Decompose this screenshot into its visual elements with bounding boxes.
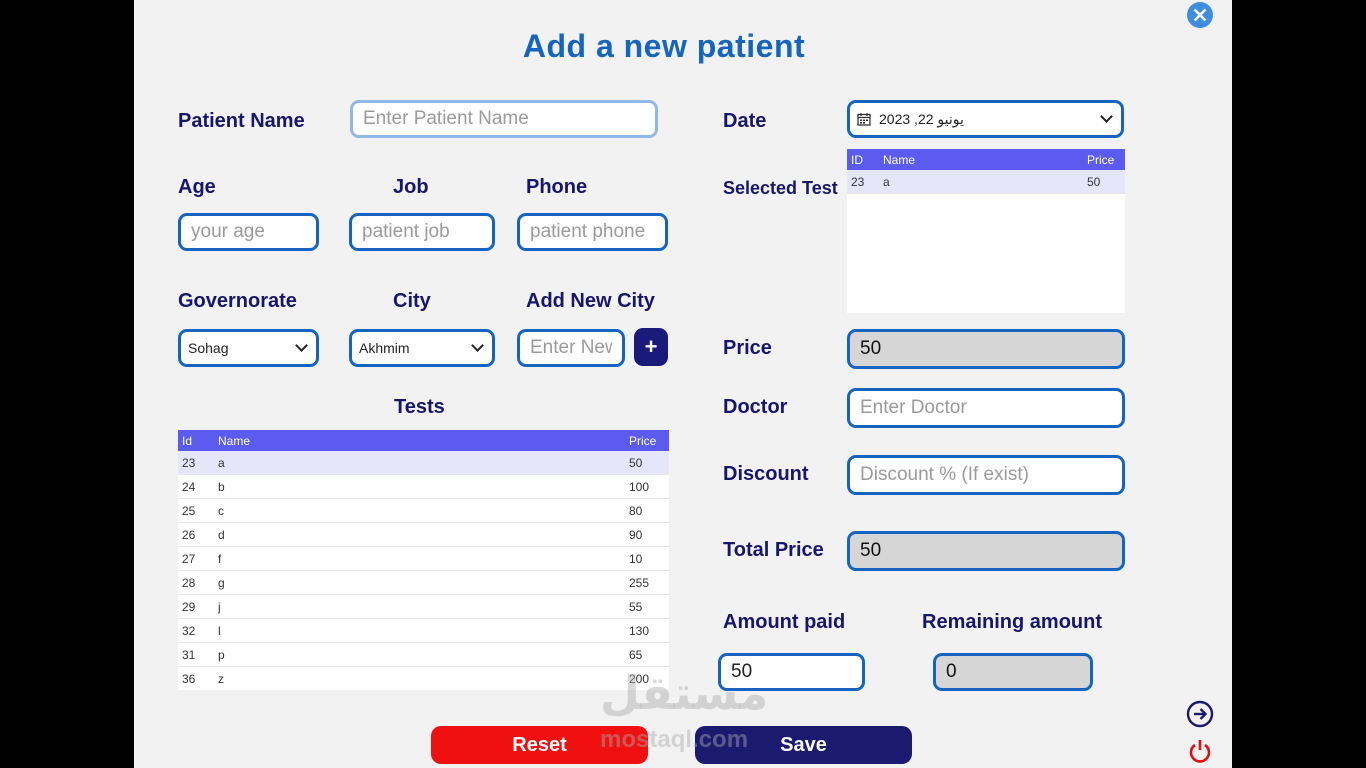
watermark-logo: مستقل bbox=[600, 667, 769, 719]
governorate-label: Governorate bbox=[178, 290, 297, 312]
tests-cell-price: 255 bbox=[625, 570, 669, 595]
chevron-down-icon bbox=[295, 339, 308, 352]
tests-cell-id: 23 bbox=[178, 451, 214, 475]
watermark-url: mostaql.com bbox=[600, 726, 749, 753]
tests-cell-id: 25 bbox=[178, 498, 214, 523]
tests-cell-name: b bbox=[214, 474, 625, 499]
tests-cell-price: 90 bbox=[625, 522, 669, 547]
tests-cell-name: z bbox=[214, 666, 625, 690]
selected-cell-price: 50 bbox=[1083, 170, 1125, 194]
city-label: City bbox=[393, 290, 431, 312]
tests-row[interactable]: 23 a 50 bbox=[178, 451, 669, 475]
tests-cell-price: 100 bbox=[625, 474, 669, 499]
selected-tests-grid[interactable]: ID Name Price 23 a 50 bbox=[847, 149, 1125, 313]
close-icon[interactable] bbox=[1186, 1, 1214, 29]
tests-row[interactable]: 29 j 55 bbox=[178, 594, 669, 619]
tests-cell-name: j bbox=[214, 594, 625, 619]
phone-label: Phone bbox=[526, 176, 588, 198]
age-label: Age bbox=[178, 176, 216, 198]
governorate-selected-value: Sohag bbox=[188, 340, 229, 356]
tests-cell-id: 31 bbox=[178, 642, 214, 667]
tests-cell-price: 50 bbox=[625, 451, 669, 475]
total-price-label: Total Price bbox=[723, 539, 824, 561]
selected-cell-id: 23 bbox=[847, 170, 879, 194]
tests-cell-name: p bbox=[214, 642, 625, 667]
chevron-down-icon bbox=[471, 339, 484, 352]
tests-cell-price: 130 bbox=[625, 618, 669, 643]
chevron-down-icon bbox=[1100, 110, 1113, 123]
tests-cell-name: f bbox=[214, 546, 625, 571]
date-label: Date bbox=[723, 110, 767, 132]
tests-grid[interactable]: Id Name Price 23 a 50 24 b 100 25 c 80 26 d 90 27 f 10… bbox=[178, 430, 669, 690]
selected-cell-name: a bbox=[879, 170, 1083, 194]
job-label: Job bbox=[393, 176, 429, 198]
total-price-field bbox=[847, 531, 1125, 571]
selected-test-label: Selected Test bbox=[723, 178, 838, 198]
tests-row[interactable]: 32 l 130 bbox=[178, 618, 669, 643]
tests-cell-id: 27 bbox=[178, 546, 214, 571]
tests-cell-id: 24 bbox=[178, 474, 214, 499]
selected-header-name[interactable]: Name bbox=[879, 149, 1083, 170]
discount-input[interactable] bbox=[847, 455, 1125, 495]
tests-row[interactable]: 28 g 255 bbox=[178, 570, 669, 595]
selected-header-id[interactable]: ID bbox=[847, 149, 879, 170]
remaining-amount-field bbox=[933, 653, 1093, 691]
tests-cell-name: c bbox=[214, 498, 625, 523]
tests-cell-name: g bbox=[214, 570, 625, 595]
tests-row[interactable]: 24 b 100 bbox=[178, 474, 669, 499]
doctor-input[interactable] bbox=[847, 388, 1125, 428]
calendar-icon bbox=[857, 113, 871, 126]
date-picker[interactable]: يونيو 22, 2023 bbox=[847, 100, 1124, 138]
price-field bbox=[847, 329, 1125, 369]
tests-cell-id: 28 bbox=[178, 570, 214, 595]
page-title: Add a new patient bbox=[522, 28, 806, 64]
age-input[interactable] bbox=[178, 213, 319, 251]
tests-label: Tests bbox=[394, 396, 445, 418]
tests-header-price[interactable]: Price bbox=[625, 430, 669, 451]
tests-cell-name: d bbox=[214, 522, 625, 547]
discount-label: Discount bbox=[723, 463, 809, 485]
tests-cell-id: 36 bbox=[178, 666, 214, 690]
power-icon[interactable] bbox=[1186, 737, 1214, 765]
arrow-right-icon[interactable] bbox=[1186, 700, 1214, 728]
selected-row[interactable]: 23 a 50 bbox=[847, 170, 1125, 194]
tests-row[interactable]: 27 f 10 bbox=[178, 546, 669, 571]
remaining-amount-label: Remaining amount bbox=[922, 611, 1103, 633]
tests-row[interactable]: 25 c 80 bbox=[178, 498, 669, 523]
tests-cell-price: 65 bbox=[625, 642, 669, 667]
tests-row[interactable]: 36 z 200 bbox=[178, 666, 669, 690]
doctor-label: Doctor bbox=[723, 396, 788, 418]
job-input[interactable] bbox=[349, 213, 495, 251]
tests-header-name[interactable]: Name bbox=[214, 430, 625, 451]
add-city-button[interactable]: + bbox=[634, 328, 668, 366]
tests-cell-id: 26 bbox=[178, 522, 214, 547]
tests-header-id[interactable]: Id bbox=[178, 430, 214, 451]
tests-cell-id: 32 bbox=[178, 618, 214, 643]
selected-header-price[interactable]: Price bbox=[1083, 149, 1125, 170]
tests-cell-name: l bbox=[214, 618, 625, 643]
patient-name-input[interactable] bbox=[350, 100, 658, 138]
tests-row[interactable]: 31 p 65 bbox=[178, 642, 669, 667]
amount-paid-label: Amount paid bbox=[723, 611, 846, 633]
patient-name-label: Patient Name bbox=[178, 110, 305, 132]
tests-cell-price: 80 bbox=[625, 498, 669, 523]
tests-cell-price: 10 bbox=[625, 546, 669, 571]
tests-cell-name: a bbox=[214, 451, 625, 475]
add-patient-form: Add a new patient Patient Name Age Job P… bbox=[134, 0, 1232, 768]
tests-cell-id: 29 bbox=[178, 594, 214, 619]
add-new-city-label: Add New City bbox=[526, 290, 655, 312]
city-selected-value: Akhmim bbox=[359, 340, 410, 356]
phone-input[interactable] bbox=[517, 213, 668, 251]
price-label: Price bbox=[723, 337, 772, 359]
new-city-input[interactable] bbox=[517, 329, 625, 367]
city-select[interactable]: Akhmim bbox=[349, 329, 495, 367]
date-value: يونيو 22, 2023 bbox=[879, 110, 964, 127]
governorate-select[interactable]: Sohag bbox=[178, 329, 319, 367]
tests-cell-price: 55 bbox=[625, 594, 669, 619]
tests-row[interactable]: 26 d 90 bbox=[178, 522, 669, 547]
